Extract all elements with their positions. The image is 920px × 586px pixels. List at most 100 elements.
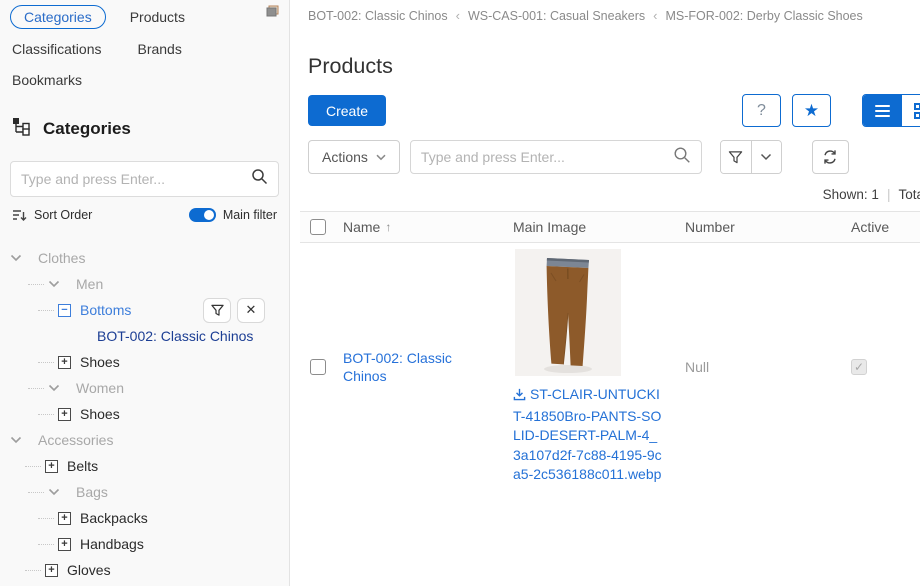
tree-item-label[interactable]: Belts [67,458,98,474]
sidebar-tab-products[interactable]: Products [118,6,197,28]
expand-node-icon[interactable]: + [58,512,71,525]
expand-node-icon[interactable]: + [58,408,71,421]
breadcrumb-item[interactable]: BOT-002: Classic Chinos [308,9,448,23]
tree-item-label[interactable]: Men [76,276,103,292]
product-name-link[interactable]: BOT-002: Classic Chinos [343,349,463,385]
tree-item-women[interactable]: Women [0,375,289,401]
collapse-panel-icon[interactable] [265,5,281,19]
expand-node-icon[interactable]: + [45,460,58,473]
toolbar-actions: Actions [308,140,920,174]
refresh-button[interactable] [812,140,849,174]
column-header-active[interactable]: Active [851,219,911,235]
chevron-down-icon[interactable] [48,488,60,496]
column-header-name[interactable]: Name ↑ [343,219,513,235]
expand-node-icon[interactable]: + [45,564,58,577]
count-divider: | [887,187,891,202]
column-header-main-image: Main Image [513,219,685,235]
list-icon [875,105,890,117]
chevron-down-icon[interactable] [10,436,22,444]
help-button[interactable]: ? [742,94,781,127]
image-filename[interactable]: ST-CLAIR-UNTUCKIT-41850Bro-PANTS-SOLID-D… [513,386,662,482]
active-checkbox: ✓ [851,359,867,375]
chevron-down-icon[interactable] [48,280,60,288]
tree-item-label[interactable]: Women [76,380,124,396]
tree-item-clothes[interactable]: Clothes [0,245,289,271]
sort-asc-icon: ↑ [385,220,391,234]
tree-clear-filter-button[interactable]: ✕ [237,298,265,323]
tree-item-backpacks[interactable]: + Backpacks [0,505,289,531]
tree-item-handbags[interactable]: + Handbags [0,531,289,557]
select-all-checkbox[interactable] [310,219,326,235]
number-value: Null [685,359,851,375]
actions-dropdown[interactable]: Actions [308,140,400,174]
tree-item-bottoms[interactable]: − Bottoms ✕ [0,297,289,323]
products-grid: Name ↑ Main Image Number Active BOT-002:… [300,211,920,485]
expand-node-icon[interactable]: + [58,538,71,551]
tree-item-label[interactable]: Gloves [67,562,111,578]
total-count: Total: 1 [898,187,920,202]
category-search-input[interactable] [21,171,251,187]
tree-item-label[interactable]: Shoes [80,406,120,422]
tree-item-shoes-men[interactable]: + Shoes [0,349,289,375]
main-filter-toggle[interactable] [189,208,216,222]
breadcrumb-item[interactable]: MS-FOR-002: Derby Classic Shoes [665,9,862,23]
tree-item-men[interactable]: Men [0,271,289,297]
tree-item-label[interactable]: Bottoms [80,302,131,318]
sidebar-tab-categories[interactable]: Categories [10,5,106,29]
main-image-cell: ST-CLAIR-UNTUCKIT-41850Bro-PANTS-SOLID-D… [513,249,663,485]
sidebar-tab-classifications[interactable]: Classifications [10,38,113,60]
main-filter-control[interactable]: Main filter [189,208,277,222]
panel-title: Categories [43,119,131,139]
view-toggle [862,94,920,127]
funnel-icon [211,304,224,317]
tree-item-label[interactable]: Bags [76,484,108,500]
product-thumbnail[interactable] [515,249,621,376]
breadcrumb-item[interactable]: WS-CAS-001: Casual Sneakers [468,9,645,23]
tree-item-product-bot-002[interactable]: BOT-002: Classic Chinos [0,323,289,349]
tree-item-label[interactable]: Clothes [38,250,85,266]
record-counts: Shown: 1 | Total: 1 [308,187,920,202]
chevron-down-icon[interactable] [10,254,22,262]
tree-item-label[interactable]: Handbags [80,536,144,552]
chevron-down-icon[interactable] [48,384,60,392]
shown-count: Shown: 1 [823,187,879,202]
search-icon[interactable] [251,168,268,190]
hierarchy-icon [12,117,31,141]
tree-item-gloves[interactable]: + Gloves [0,557,289,583]
app-root: Categories Products Classifications Bran… [0,0,920,586]
funnel-icon [728,150,743,165]
image-file-link[interactable]: ST-CLAIR-UNTUCKIT-41850Bro-PANTS-SOLID-D… [513,385,663,485]
create-button[interactable]: Create [308,95,386,126]
page-title: Products [308,54,920,79]
expand-node-icon[interactable]: + [58,356,71,369]
sidebar-tab-bookmarks[interactable]: Bookmarks [10,69,94,91]
search-icon[interactable] [673,146,691,169]
refresh-icon [822,149,838,165]
filters-expand-button[interactable] [751,141,781,173]
collapse-node-icon[interactable]: − [58,304,71,317]
tree-item-shoes-women[interactable]: + Shoes [0,401,289,427]
tree-item-accessories[interactable]: Accessories [0,427,289,453]
breadcrumb-separator: ‹ [653,8,657,23]
sidebar-tab-brands[interactable]: Brands [125,38,193,60]
tree-filter-button[interactable] [203,298,231,323]
tree-item-label[interactable]: Backpacks [80,510,148,526]
tree-item-bags[interactable]: Bags [0,479,289,505]
tree-item-label[interactable]: Shoes [80,354,120,370]
sort-order-control[interactable]: Sort Order [12,208,92,222]
favorite-button[interactable]: ★ [792,94,831,127]
grid-view-button[interactable] [902,95,920,126]
sidebar: Categories Products Classifications Bran… [0,0,290,586]
filter-button-group [720,140,782,174]
category-tree: Clothes Men − Bottoms ✕ BO [0,245,289,583]
tree-item-label[interactable]: Accessories [38,432,113,448]
tree-item-label[interactable]: BOT-002: Classic Chinos [97,328,253,344]
list-view-button[interactable] [863,95,902,126]
row-checkbox[interactable] [310,359,326,375]
filters-button[interactable] [721,141,751,173]
grid-icon [914,103,920,119]
column-header-number[interactable]: Number [685,219,851,235]
grid-search-input[interactable] [421,149,673,165]
tree-item-belts[interactable]: + Belts [0,453,289,479]
chevron-down-icon [760,153,772,161]
